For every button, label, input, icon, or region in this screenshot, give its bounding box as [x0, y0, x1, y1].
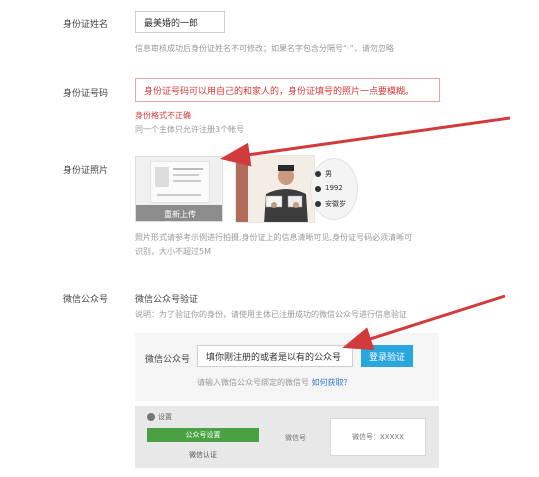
- arrow-to-wechat-input: [342, 294, 506, 351]
- arrow-to-photo: [220, 116, 511, 167]
- annotation-arrows: [220, 116, 511, 351]
